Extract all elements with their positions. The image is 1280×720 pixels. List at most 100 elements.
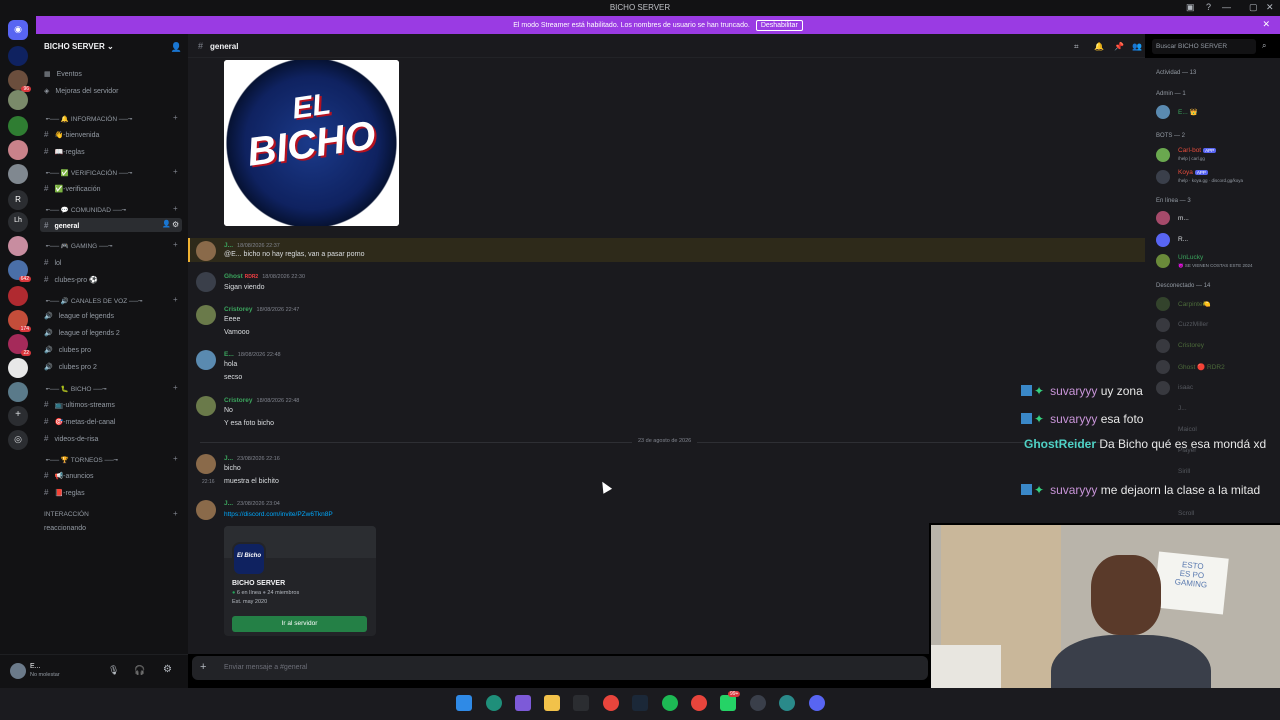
avatar[interactable]: [1156, 297, 1170, 311]
member-name[interactable]: m...: [1178, 215, 1189, 222]
channel-item[interactable]: reaccionando: [44, 525, 86, 532]
server-icon[interactable]: [8, 382, 28, 402]
avatar[interactable]: [1156, 318, 1170, 332]
invite-icon[interactable]: 👤: [162, 220, 171, 228]
app-icon[interactable]: [779, 695, 795, 711]
channel-item[interactable]: 📕-reglas: [44, 488, 84, 497]
avatar[interactable]: [1156, 360, 1170, 374]
avatar[interactable]: [196, 454, 216, 474]
message-author[interactable]: J... 18/08/2026 22:37: [224, 242, 280, 249]
avatar[interactable]: [1156, 170, 1170, 184]
channel-item[interactable]: ✅-verificación: [44, 184, 100, 193]
epic-games-icon[interactable]: [573, 695, 589, 711]
server-name-header[interactable]: BICHO SERVER ⌄: [44, 42, 114, 51]
maximize-button[interactable]: ▢: [1249, 2, 1258, 13]
avatar[interactable]: [196, 305, 216, 325]
add-channel-icon[interactable]: +: [173, 383, 178, 392]
member-name[interactable]: Ghost 🔴 RDR2: [1178, 363, 1225, 371]
server-icon[interactable]: R: [8, 190, 28, 210]
events-link[interactable]: ▦ Eventos: [44, 70, 82, 78]
server-icon[interactable]: [8, 358, 28, 378]
server-icon[interactable]: Lh: [8, 212, 28, 232]
help-icon[interactable]: ?: [1206, 2, 1211, 12]
category-header[interactable]: ╾── 🏆 TORNEOS ──╼: [46, 456, 118, 464]
member-name[interactable]: E... 👑: [1178, 108, 1198, 116]
member-name[interactable]: Cristorey: [1178, 342, 1204, 349]
inbox-icon[interactable]: ▣: [1186, 2, 1195, 13]
gear-icon[interactable]: ⚙: [172, 220, 179, 229]
app-icon[interactable]: [750, 695, 766, 711]
server-icon[interactable]: 174: [8, 310, 31, 332]
avatar[interactable]: [196, 396, 216, 416]
avatar[interactable]: [1156, 339, 1170, 353]
edge-icon[interactable]: [486, 695, 502, 711]
member-name[interactable]: UnLucky: [1178, 254, 1203, 261]
message-author[interactable]: Ghost RDR2 18/08/2026 22:30: [224, 273, 305, 280]
server-icon[interactable]: [8, 236, 28, 256]
category-header[interactable]: ╾── 🎮 GAMING ──╼: [46, 242, 112, 250]
boosts-link[interactable]: ◈ Mejoras del servidor: [44, 87, 118, 95]
steam-icon[interactable]: [632, 695, 648, 711]
server-icon[interactable]: [8, 46, 28, 66]
voice-channel-item[interactable]: 🔊 clubes pro 2: [44, 363, 97, 371]
discover-icon[interactable]: ◎: [8, 430, 28, 450]
add-channel-icon[interactable]: +: [173, 295, 178, 304]
add-attachment-icon[interactable]: +: [200, 661, 206, 673]
add-server-icon[interactable]: +: [8, 406, 28, 426]
join-server-button[interactable]: Ir al servidor: [232, 616, 367, 632]
avatar[interactable]: [1156, 233, 1170, 247]
member-name[interactable]: Carpinte🍋: [1178, 300, 1211, 308]
message-author[interactable]: J... 23/08/2026 23:04: [224, 500, 280, 507]
minimize-button[interactable]: —: [1222, 2, 1231, 12]
category-header[interactable]: ╾── 💬 COMUNIDAD ──╼: [46, 206, 126, 214]
category-header[interactable]: ╾── 🔔 INFORMACIÓN ──╼: [46, 115, 132, 123]
discord-icon[interactable]: [809, 695, 825, 711]
server-icon[interactable]: [8, 90, 28, 110]
start-icon[interactable]: [456, 695, 472, 711]
message-author[interactable]: Cristorey 18/08/2026 22:47: [224, 306, 299, 313]
server-icon[interactable]: [8, 116, 28, 136]
avatar[interactable]: [1156, 254, 1170, 268]
avatar[interactable]: [1156, 105, 1170, 119]
microphone-icon[interactable]: 🎙: [108, 665, 119, 676]
avatar[interactable]: [196, 272, 216, 292]
avatar[interactable]: [196, 350, 216, 370]
add-channel-icon[interactable]: +: [173, 113, 178, 122]
avatar[interactable]: [1156, 211, 1170, 225]
message-author[interactable]: Cristorey 18/08/2026 22:48: [224, 397, 299, 404]
folder-icon[interactable]: [544, 695, 560, 711]
member-name[interactable]: Carl-bot APP: [1178, 147, 1217, 154]
close-window-button[interactable]: ✕: [1266, 2, 1274, 13]
bell-icon[interactable]: 🔔: [1094, 42, 1104, 51]
channel-item[interactable]: 📺-ultimos-streams: [44, 400, 114, 409]
category-header[interactable]: ╾── 🐛 BICHO ──╼: [46, 385, 106, 393]
pin-icon[interactable]: 📌: [1114, 42, 1124, 51]
server-icon[interactable]: [8, 286, 28, 306]
copilot-icon[interactable]: [515, 695, 531, 711]
search-input[interactable]: Buscar BICHO SERVER: [1152, 39, 1256, 54]
message-author[interactable]: J... 23/08/2026 22:16: [224, 455, 280, 462]
channel-item[interactable]: 👋-bienvenida: [44, 130, 99, 139]
member-name[interactable]: Koya APP: [1178, 169, 1208, 176]
server-icon[interactable]: 96: [8, 70, 31, 92]
shared-image[interactable]: EL BICHO: [224, 60, 399, 226]
member-name[interactable]: CuzzMiller: [1178, 321, 1208, 328]
server-icon[interactable]: [8, 164, 28, 184]
avatar[interactable]: [196, 241, 216, 261]
category-header[interactable]: ╾── ✅ VERIFICACIÓN ──╼: [46, 169, 132, 177]
channel-item[interactable]: 🎯-metas-del-canal: [44, 417, 115, 426]
avatar[interactable]: [1156, 148, 1170, 162]
spotify-icon[interactable]: [662, 695, 678, 711]
channel-item[interactable]: videos-de-risa: [44, 434, 98, 443]
activity-header[interactable]: Actividad — 13: [1156, 70, 1196, 76]
voice-channel-item[interactable]: 🔊 clubes pro: [44, 346, 91, 354]
add-channel-icon[interactable]: +: [173, 204, 178, 213]
members-icon[interactable]: 👥: [1132, 42, 1142, 51]
member-name[interactable]: R...: [1178, 236, 1188, 243]
threads-icon[interactable]: ⌗: [1074, 42, 1079, 52]
server-icon[interactable]: 22: [8, 334, 31, 356]
add-channel-icon[interactable]: +: [173, 454, 178, 463]
message-author[interactable]: E... 18/08/2026 22:48: [224, 351, 281, 358]
search-icon[interactable]: ⌕: [1262, 41, 1266, 51]
avatar[interactable]: [10, 663, 26, 679]
